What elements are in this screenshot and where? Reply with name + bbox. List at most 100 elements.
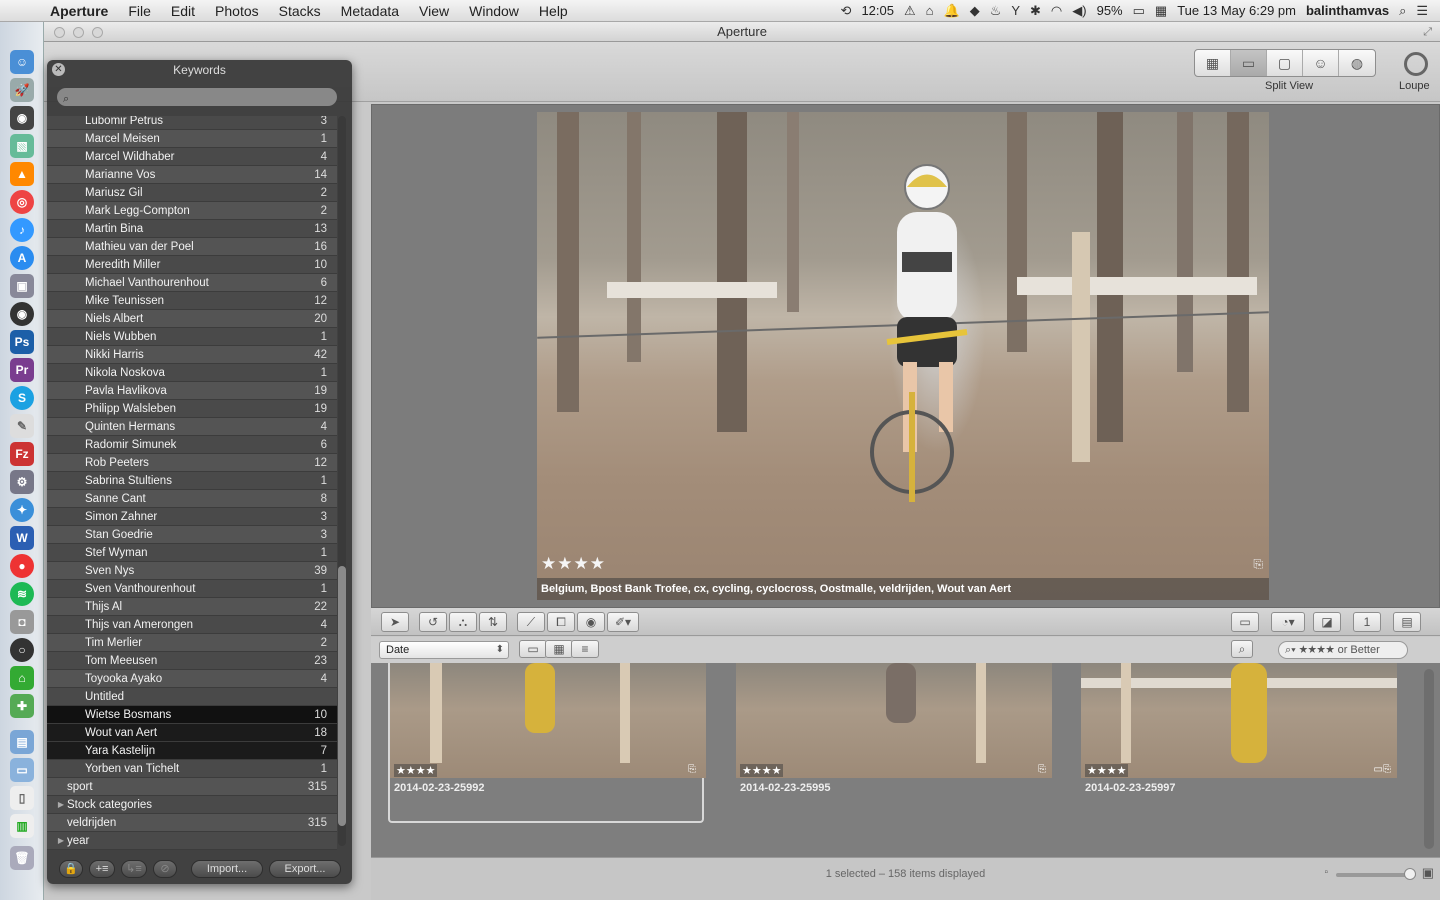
battery-percent[interactable]: 95% [1097,3,1123,18]
keyword-row[interactable]: sport 315 [47,778,337,796]
menu-help[interactable]: Help [529,3,578,19]
itunes-icon[interactable]: ♪ [10,218,34,242]
keyword-row[interactable]: Martin Bina 13 [47,220,337,238]
premiere-icon[interactable]: Pr [10,358,34,382]
edit-with-icon[interactable]: ▭ [1231,612,1259,632]
menu-app-name[interactable]: Aperture [40,3,118,19]
keyword-row[interactable]: Mathieu van der Poel 16 [47,238,337,256]
keyword-row[interactable]: Rob Peeters 12 [47,454,337,472]
keyword-row[interactable]: Sven Vanthourenhout 1 [47,580,337,598]
menu-user[interactable]: balinthamvas [1306,3,1389,18]
safari-icon[interactable]: ✦ [10,498,34,522]
slider-knob[interactable] [1404,868,1416,880]
keyword-search-input[interactable]: ⌕ [57,88,337,106]
brush-icon[interactable]: ✐▾ [607,612,639,632]
close-window-button[interactable] [54,27,65,38]
aperture-icon[interactable]: ◉ [10,302,34,326]
keyword-row[interactable]: Mike Teunissen 12 [47,292,337,310]
photoshop-icon[interactable]: Ps [10,330,34,354]
keyword-row[interactable]: Pavla Havlikova 19 [47,382,337,400]
dashboard-icon[interactable]: ◉ [10,106,34,130]
zoom-window-button[interactable] [92,27,103,38]
utility-icon[interactable]: ✚ [10,694,34,718]
select-tool-icon[interactable]: ➤ [381,612,409,632]
metadata-badge-icon[interactable]: ⎘ [1253,557,1263,572]
thumbnail[interactable]: ★★★★ ⎘ 2014-02-23-25992 [388,663,706,823]
rating-filter-field[interactable]: ⌕▾ ★★★★ or Better [1278,641,1408,659]
finder-icon[interactable]: ☺ [10,50,34,74]
keyword-row[interactable]: Sanne Cant 8 [47,490,337,508]
crop-icon[interactable]: ⧠ [547,612,575,632]
keyword-row[interactable]: Lubomir Petrus 3 [47,116,337,130]
keyword-row[interactable]: Yara Kastelijn 7 [47,742,337,760]
scrollbar-thumb[interactable] [338,566,346,826]
filter-hud-icon[interactable]: ⌕ [1231,640,1253,658]
photo-rating-stars[interactable]: ★★★★ [541,554,606,574]
image-capture-icon[interactable]: ▣ [10,274,34,298]
keyword-row[interactable]: Marcel Meisen 1 [47,130,337,148]
rotate-left-icon[interactable]: ↺ [419,612,447,632]
disclosure-triangle-icon[interactable]: ▶ [55,836,67,845]
preview-icon[interactable]: ▧ [10,134,34,158]
keyword-row[interactable]: ▶ Stock categories [47,796,337,814]
menu-file[interactable]: File [118,3,161,19]
redeye-icon[interactable]: ◉ [577,612,605,632]
split-view-icon[interactable]: ▭ [1231,50,1267,76]
home-folder-icon[interactable]: ⌂ [10,666,34,690]
uk-flag-icon[interactable]: ▦ [1155,3,1167,19]
app-store-icon[interactable]: A [10,246,34,270]
keyword-row[interactable]: Stan Goedrie 3 [47,526,337,544]
menu-photos[interactable]: Photos [205,3,269,19]
menu-view[interactable]: View [409,3,459,19]
flag-icon[interactable]: ◪ [1313,612,1341,632]
trash-icon[interactable]: 🗑 [10,846,34,870]
keyword-row[interactable]: Mariusz Gil 2 [47,184,337,202]
folder-icon[interactable]: ▭ [10,758,34,782]
add-subkeyword-icon[interactable]: ↳≡ [121,860,147,878]
keyword-row[interactable]: Nikki Harris 42 [47,346,337,364]
filezilla-icon[interactable]: Fz [10,442,34,466]
wifi-icon[interactable]: ◠ [1051,3,1062,19]
thumbnail[interactable]: ★★★★ ▭⎘ 2014-02-23-25997 [1081,663,1397,823]
home-icon[interactable]: ⌂ [926,3,934,18]
spotlight-search-icon[interactable]: ⌕ [1399,3,1406,19]
keyword-row[interactable]: Quinten Hermans 4 [47,418,337,436]
keyword-row[interactable]: Sven Nys 39 [47,562,337,580]
keyword-row[interactable]: Thijs Al 22 [47,598,337,616]
keyword-row[interactable]: Thijs van Amerongen 4 [47,616,337,634]
lock-icon[interactable]: 🔒 [59,860,83,878]
bluetooth-icon[interactable]: ✱ [1030,3,1041,19]
keyword-row[interactable]: Mark Legg-Compton 2 [47,202,337,220]
filmstrip-view-icon[interactable]: ▭ [519,640,547,658]
spotify-icon[interactable]: ≋ [10,582,34,606]
keyword-row[interactable]: Yorben van Tichelt 1 [47,760,337,778]
remove-keyword-icon[interactable]: ⊘ [153,860,177,878]
main-photo[interactable]: ★★★★ ⎘ Belgium, Bpost Bank Trofee, cx, c… [537,112,1269,600]
export-button[interactable]: Export... [269,860,341,878]
keyword-row[interactable]: Wietse Bosmans 10 [47,706,337,724]
keyword-row[interactable]: Nikola Noskova 1 [47,364,337,382]
scanner-icon[interactable]: ⚙ [10,470,34,494]
lift-tool-icon[interactable]: ⇅ [479,612,507,632]
filmstrip-scrollbar[interactable] [1424,669,1434,849]
close-icon[interactable]: ✕ [52,63,65,76]
keyword-row[interactable]: Tim Merlier 2 [47,634,337,652]
menu-datetime[interactable]: Tue 13 May 6:29 pm [1177,3,1296,18]
keyword-row[interactable]: Niels Wubben 1 [47,328,337,346]
import-button[interactable]: Import... [191,860,263,878]
share-icon[interactable]: ◔▾ [1271,612,1305,632]
menu-window[interactable]: Window [459,3,529,19]
thumbnail[interactable]: ★★★★ ⎘ 2014-02-23-25995 [736,663,1052,823]
camera-icon[interactable]: ◘ [10,610,34,634]
menu-metadata[interactable]: Metadata [331,3,409,19]
straighten-icon[interactable]: ⟋ [517,612,545,632]
keyword-row[interactable]: Tom Meeusen 23 [47,652,337,670]
skype-icon[interactable]: S [10,386,34,410]
obs-icon[interactable]: ○ [10,638,34,662]
keyword-row[interactable]: Michael Vanthourenhout 6 [47,274,337,292]
spreadsheet-icon[interactable]: ▥ [10,814,34,838]
antenna-icon[interactable]: Y [1011,3,1020,18]
vlc-icon[interactable]: ▲ [10,162,34,186]
menu-stacks[interactable]: Stacks [269,3,331,19]
textedit-icon[interactable]: ✎ [10,414,34,438]
